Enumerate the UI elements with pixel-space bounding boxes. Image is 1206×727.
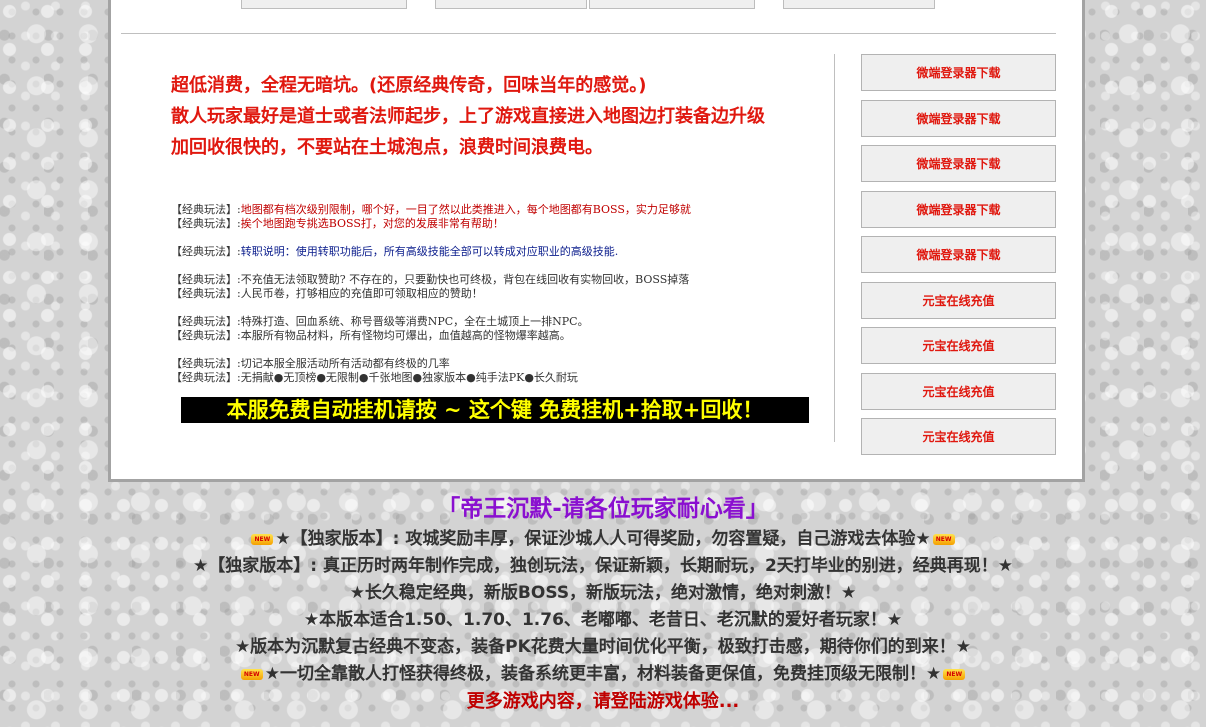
horizontal-divider — [121, 33, 1056, 34]
client-download-button-2[interactable]: 微端登录器下载 — [861, 100, 1056, 137]
content-panel: 超低消费，全程无暗坑。(还原经典传奇，回味当年的感觉。) 散人玩家最好是道士或者… — [108, 0, 1085, 482]
top-tab-4[interactable] — [783, 0, 935, 9]
top-tab-2[interactable] — [435, 0, 587, 9]
more-content-link[interactable]: 更多游戏内容，请登陆游戏体验... — [0, 688, 1206, 715]
client-download-button-5[interactable]: 微端登录器下载 — [861, 236, 1056, 273]
new-badge-icon: NEW — [240, 668, 263, 680]
rule-line-7: 【经典玩法】:本服所有物品材料，所有怪物均可爆出，血值越高的怪物爆率越高。 — [171, 329, 571, 342]
new-badge-icon: NEW — [943, 668, 966, 680]
top-tab-3[interactable] — [589, 0, 755, 9]
vertical-divider — [834, 54, 835, 442]
recharge-button-3[interactable]: 元宝在线充值 — [861, 373, 1056, 410]
rule-line-5: 【经典玩法】:人民币卷，打够相应的充值即可领取相应的赞助！ — [171, 287, 483, 300]
rule-line-1: 【经典玩法】:地图都有档次级别限制，哪个好，一目了然以此类推进入，每个地图都有B… — [171, 203, 691, 216]
client-download-button-1[interactable]: 微端登录器下载 — [861, 54, 1056, 91]
client-download-button-4[interactable]: 微端登录器下载 — [861, 191, 1056, 228]
section-title: 「帝王沉默-请各位玩家耐心看」 — [437, 496, 769, 522]
feature-line-2: ★【独家版本】: 真正历时两年制作完成，独创玩法，保证新颖，长期耐玩，2天打毕业… — [192, 556, 1014, 576]
feature-line-3: ★长久稳定经典，新版BOSS，新版玩法，绝对激情，绝对刺激！★ — [349, 583, 857, 603]
recharge-button-1[interactable]: 元宝在线充值 — [861, 282, 1056, 319]
top-tab-1[interactable] — [241, 0, 407, 9]
rule-line-9: 【经典玩法】:无捐献●无顶榜●无限制●千张地图●独家版本●纯手法PK●长久耐玩 — [171, 371, 578, 384]
feature-line-4: ★本版本适合1.50、1.70、1.76、老嘟嘟、老昔日、老沉默的爱好者玩家！★ — [303, 610, 903, 630]
recharge-button-2[interactable]: 元宝在线充值 — [861, 327, 1056, 364]
auto-hang-banner: 本服免费自动挂机请按 ~ 这个键 免费挂机+拾取+回收！ — [181, 397, 809, 423]
rule-line-4: 【经典玩法】:不充值无法领取赞助? 不存在的，只要勤快也可终极，背包在线回收有实… — [171, 273, 690, 286]
new-badge-icon: NEW — [932, 533, 955, 545]
rule-line-8: 【经典玩法】:切记本服全服活动所有活动都有终极的几率 — [171, 357, 450, 370]
rule-line-3: 【经典玩法】:转职说明：使用转职功能后，所有高级技能全部可以转成对应职业的高级技… — [171, 245, 619, 258]
headline-1: 超低消费，全程无暗坑。(还原经典传奇，回味当年的感觉。) — [171, 75, 647, 96]
rule-line-6: 【经典玩法】:特殊打造、回血系统、称号晋级等消费NPC，全在土城顶上一排NPC。 — [171, 315, 589, 328]
feature-line-5: ★版本为沉默复古经典不变态，装备PK花费大量时间优化平衡，极致打击感，期待你们的… — [234, 637, 972, 657]
feature-line-1: NEW ★【独家版本】: 攻城奖励丰厚，保证沙城人人可得奖励，勿容置疑，自己游戏去… — [0, 526, 1206, 553]
feature-line-6: NEW ★一切全靠散人打怪获得终极，装备系统更丰富，材料装备更保值，免费挂顶级无限… — [0, 661, 1206, 688]
headline-3: 加回收很快的，不要站在土城泡点，浪费时间浪费电。 — [171, 137, 603, 158]
headline-2: 散人玩家最好是道士或者法师起步，上了游戏直接进入地图边打装备边升级 — [171, 106, 765, 127]
new-badge-icon: NEW — [251, 533, 274, 545]
client-download-button-3[interactable]: 微端登录器下载 — [861, 145, 1056, 182]
rule-line-2: 【经典玩法】:挨个地图跑专挑选BOSS打，对您的发展非常有帮助！ — [171, 217, 504, 230]
recharge-button-4[interactable]: 元宝在线充值 — [861, 418, 1056, 455]
